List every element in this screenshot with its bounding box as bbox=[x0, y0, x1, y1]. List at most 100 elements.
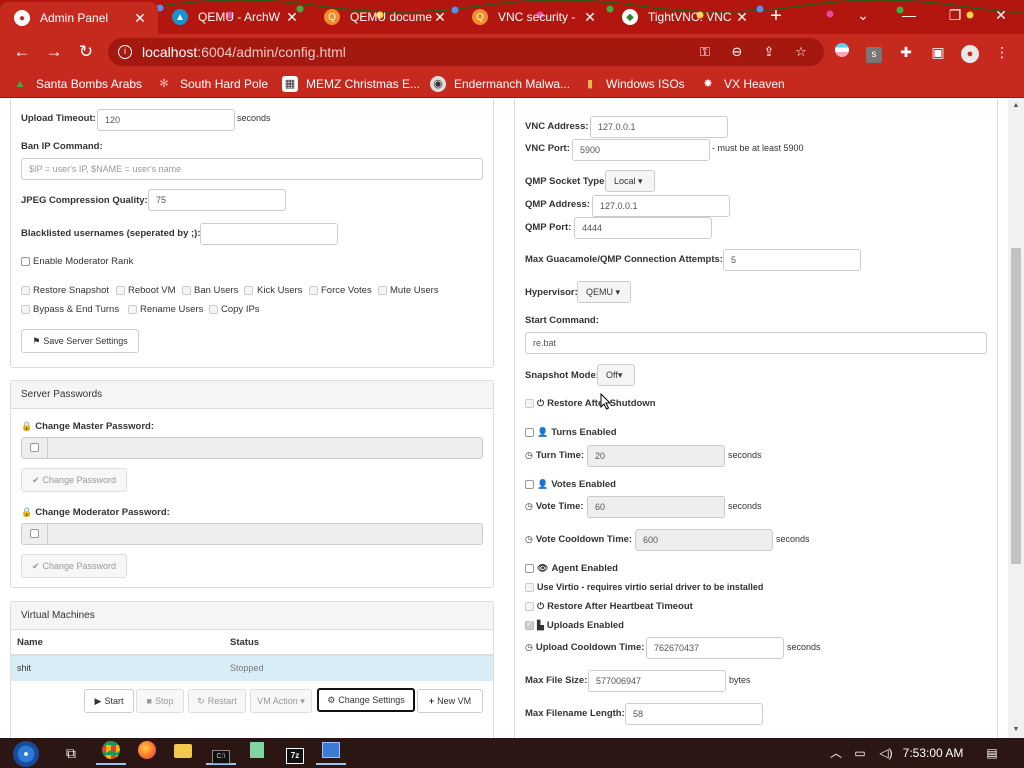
max-filename-input[interactable]: 58 bbox=[625, 703, 763, 725]
qmp-socket-dropdown[interactable]: Local ▾ bbox=[605, 170, 655, 192]
tray-chevron-up-icon[interactable]: ︿ bbox=[826, 738, 846, 768]
votes-enabled-checkbox[interactable] bbox=[525, 480, 534, 489]
show-password-checkbox[interactable] bbox=[30, 443, 39, 452]
qemu-taskbar-icon[interactable] bbox=[316, 741, 346, 765]
tab-qemu-archwiki[interactable]: ▲ QEMU - ArchW ✕ bbox=[158, 0, 310, 34]
bookmark-windows-isos[interactable]: ▮ Windows ISOs bbox=[582, 75, 685, 93]
bookmark-vx-heaven[interactable]: ✸ VX Heaven bbox=[700, 75, 784, 93]
turn-time-input[interactable]: 20 bbox=[587, 445, 725, 467]
tab-search-chevron-icon[interactable]: ⌄ bbox=[840, 0, 886, 30]
notifications-icon[interactable]: ▤ bbox=[980, 738, 1004, 768]
minimize-button[interactable]: — bbox=[886, 0, 932, 30]
max-attempts-input[interactable]: 5 bbox=[723, 249, 861, 271]
back-arrow-icon[interactable]: ← bbox=[10, 40, 34, 64]
clock-text[interactable]: 7:53:00 AM bbox=[900, 738, 966, 768]
address-bar[interactable]: i localhost:6004/admin/config.html ⚿ ⊖ ⇪… bbox=[108, 38, 824, 66]
jpeg-quality-input[interactable]: 75 bbox=[148, 189, 286, 211]
agent-enabled-checkbox[interactable] bbox=[525, 564, 534, 573]
save-server-settings-button[interactable]: ⚑ Save Server Settings bbox=[21, 329, 139, 353]
extension-flag-icon[interactable] bbox=[832, 42, 852, 62]
close-tab-icon[interactable]: ✕ bbox=[284, 9, 300, 26]
restart-vm-button[interactable]: ↻ Restart bbox=[188, 689, 246, 713]
change-master-password-button[interactable]: ✔ Change Password bbox=[21, 468, 127, 492]
profile-avatar-icon[interactable]: ● bbox=[960, 42, 980, 63]
reload-icon[interactable]: ↻ bbox=[74, 40, 98, 64]
perm-mute-users-checkbox[interactable] bbox=[378, 286, 387, 295]
zoom-icon[interactable]: ⊖ bbox=[728, 44, 746, 60]
table-row[interactable]: shit Stopped bbox=[11, 656, 493, 681]
perm-reboot-vm-checkbox[interactable] bbox=[116, 286, 125, 295]
hypervisor-dropdown[interactable]: QEMU ▾ bbox=[577, 281, 631, 303]
scrollbar-thumb[interactable] bbox=[1011, 248, 1021, 564]
close-tab-icon[interactable]: ✕ bbox=[582, 9, 598, 26]
bookmark-south-hard-pole[interactable]: ✻ South Hard Pole bbox=[156, 75, 268, 93]
perm-force-votes-checkbox[interactable] bbox=[309, 286, 318, 295]
notepad-taskbar-icon[interactable] bbox=[242, 741, 272, 765]
enable-moderator-checkbox[interactable] bbox=[21, 257, 30, 266]
vnc-address-input[interactable]: 127.0.0.1 bbox=[590, 116, 728, 138]
task-view-icon[interactable]: ⧉ bbox=[56, 741, 86, 765]
key-icon[interactable]: ⚿ bbox=[696, 44, 714, 60]
close-tab-icon[interactable]: ✕ bbox=[734, 9, 750, 26]
extension-s-icon[interactable]: s bbox=[864, 42, 884, 63]
snapshot-mode-dropdown[interactable]: Off▾ bbox=[597, 364, 635, 386]
tab-admin-panel[interactable]: ● Admin Panel ✕ bbox=[0, 2, 158, 34]
vote-time-input[interactable]: 60 bbox=[587, 496, 725, 518]
tab-vnc-security[interactable]: Q VNC security - ✕ bbox=[458, 0, 608, 34]
restore-after-shutdown-checkbox[interactable] bbox=[525, 399, 534, 408]
close-window-button[interactable]: ✕ bbox=[978, 0, 1024, 30]
scroll-down-arrow-icon[interactable]: ▼ bbox=[1012, 726, 1020, 734]
forward-arrow-icon[interactable]: → bbox=[42, 40, 66, 64]
bookmark-star-icon[interactable]: ☆ bbox=[792, 44, 810, 60]
perm-rename-users-checkbox[interactable] bbox=[128, 305, 137, 314]
upload-timeout-input[interactable]: 120 bbox=[97, 109, 235, 131]
max-file-size-input[interactable]: 577006947 bbox=[588, 670, 726, 692]
side-panel-icon[interactable]: ▣ bbox=[928, 42, 948, 62]
perm-ban-users-checkbox[interactable] bbox=[182, 286, 191, 295]
qmp-address-input[interactable]: 127.0.0.1 bbox=[592, 195, 730, 217]
blacklist-input[interactable] bbox=[200, 223, 338, 245]
menu-kebab-icon[interactable]: ⋮ bbox=[992, 42, 1012, 62]
change-settings-button[interactable]: ⚙ Change Settings bbox=[317, 688, 415, 712]
bookmark-santa-bombs[interactable]: ▲ Santa Bombs Arabs bbox=[12, 75, 143, 93]
qmp-port-input[interactable]: 4444 bbox=[574, 217, 712, 239]
uploads-enabled-checkbox[interactable] bbox=[525, 619, 534, 630]
stop-vm-button[interactable]: ■ Stop bbox=[136, 689, 184, 713]
moderator-password-input[interactable] bbox=[21, 523, 483, 545]
new-tab-button[interactable]: + bbox=[764, 4, 788, 28]
file-explorer-taskbar-icon[interactable] bbox=[168, 741, 198, 765]
close-tab-icon[interactable]: ✕ bbox=[432, 9, 448, 26]
info-icon[interactable]: i bbox=[118, 45, 132, 59]
vnc-port-input[interactable]: 5900 bbox=[572, 139, 710, 161]
7zip-taskbar-icon[interactable]: 7z bbox=[280, 741, 310, 765]
perm-kick-users-checkbox[interactable] bbox=[244, 286, 253, 295]
scroll-up-arrow-icon[interactable]: ▲ bbox=[1012, 102, 1020, 110]
perm-restore-snapshot-checkbox[interactable] bbox=[21, 286, 30, 295]
tab-qemu-docs[interactable]: Q QEMU docume ✕ bbox=[310, 0, 458, 34]
master-password-input[interactable] bbox=[21, 437, 483, 459]
perm-copy-ips-checkbox[interactable] bbox=[209, 305, 218, 314]
bookmark-endermanch[interactable]: ◉ Endermanch Malwa... bbox=[430, 75, 570, 93]
share-icon[interactable]: ⇪ bbox=[760, 44, 778, 60]
close-tab-icon[interactable]: ✕ bbox=[132, 10, 148, 27]
ban-ip-input[interactable]: $IP = user's IP, $NAME = user's name bbox=[21, 158, 483, 180]
change-moderator-password-button[interactable]: ✔ Change Password bbox=[21, 554, 127, 578]
turns-enabled-checkbox[interactable] bbox=[525, 428, 534, 437]
bookmark-memz[interactable]: ▦ MEMZ Christmas E... bbox=[282, 75, 420, 93]
tab-tightvnc[interactable]: ◆ TightVNC: VNC ✕ bbox=[608, 0, 760, 34]
chrome-taskbar-icon[interactable] bbox=[96, 741, 126, 765]
start-button[interactable] bbox=[6, 741, 46, 767]
restore-button[interactable]: ❐ bbox=[932, 0, 978, 30]
perm-bypass-turns-checkbox[interactable] bbox=[21, 305, 30, 314]
new-vm-button[interactable]: + New VM bbox=[417, 689, 483, 713]
start-command-input[interactable]: re.bat bbox=[525, 332, 987, 354]
use-virtio-checkbox[interactable] bbox=[525, 583, 534, 592]
volume-icon[interactable]: ◁) bbox=[874, 738, 898, 768]
cmd-taskbar-icon[interactable]: C:\ bbox=[206, 741, 236, 765]
vote-cooldown-input[interactable]: 600 bbox=[635, 529, 773, 551]
page-scrollbar[interactable]: ▲ ▼ bbox=[1008, 98, 1024, 738]
firefox-taskbar-icon[interactable] bbox=[132, 741, 162, 765]
network-icon[interactable]: ▭ bbox=[848, 738, 872, 768]
start-vm-button[interactable]: ▶ Start bbox=[84, 689, 134, 713]
vm-action-dropdown[interactable]: VM Action ▾ bbox=[250, 689, 312, 713]
